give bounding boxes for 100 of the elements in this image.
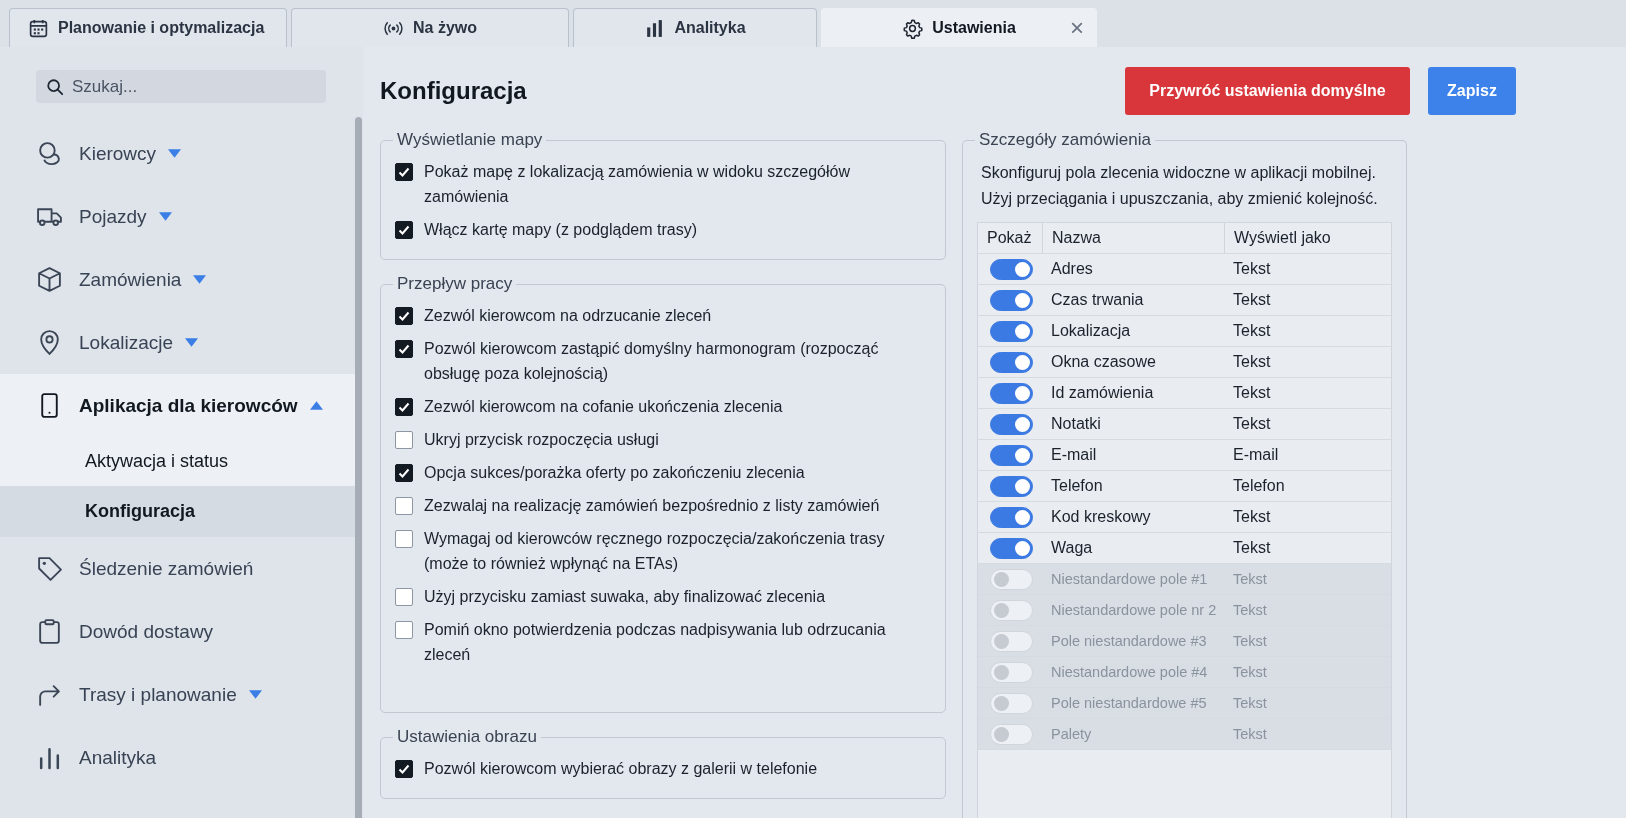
toggle-switch[interactable] — [990, 289, 1033, 311]
table-cell-text: Kod kreskowy — [1050, 507, 1152, 527]
tag-icon — [36, 555, 63, 582]
toggle-switch[interactable] — [990, 382, 1033, 404]
sidebar-item[interactable]: Śledzenie zamówień — [0, 537, 355, 600]
table-cell-text: Pole niestandardowe #5 — [1050, 694, 1208, 713]
column-header: Pokaż — [986, 228, 1033, 248]
table-cell-text: Waga — [1050, 538, 1094, 558]
tab[interactable]: Na żywo — [291, 8, 569, 47]
table-cell-text: Tekst — [1232, 725, 1268, 744]
checkbox[interactable] — [395, 163, 413, 181]
checkbox-label: Użyj przycisku zamiast suwaka, aby finalizować zlecenia — [424, 587, 826, 607]
description: Skonfiguruj pola zlecenia widoczne w aplikacji mobilnej. Użyj przeciągania i upuszczania, aby zmienić kolejność. — [981, 163, 1379, 209]
table-cell-text: Id zamówienia — [1050, 383, 1155, 403]
checkbox-label: Pomiń okno potwierdzenia podczas nadpisywania lub odrzucania zleceń — [424, 620, 887, 665]
table-cell-text: E-mail — [1050, 445, 1098, 465]
toggle-switch[interactable] — [990, 351, 1033, 373]
table-cell-text: Tekst — [1232, 352, 1272, 372]
table-cell-text: Tekst — [1232, 507, 1272, 527]
search-field[interactable]: Szukaj... — [36, 70, 326, 103]
checkbox[interactable] — [395, 340, 413, 358]
clipboard-icon — [36, 618, 63, 645]
table-cell-text: Tekst — [1232, 538, 1272, 558]
table-cell-text: Tekst — [1232, 694, 1268, 713]
table-cell-text: Telefon — [1232, 476, 1286, 496]
table-cell-text: E-mail — [1232, 445, 1280, 465]
checkbox-label: Zezwól kierowcom na cofanie ukończenia zlecenia — [424, 397, 783, 417]
toggle-switch[interactable] — [990, 475, 1033, 497]
table-cell-text: Tekst — [1232, 414, 1272, 434]
checkbox[interactable] — [395, 621, 413, 639]
checkbox-label: Włącz kartę mapy (z podglądem trasy) — [424, 220, 697, 240]
table-cell-text: Tekst — [1232, 383, 1272, 403]
table-cell-text: Tekst — [1232, 632, 1268, 651]
sidebar-subitem[interactable]: Konfiguracja — [0, 486, 355, 537]
tab[interactable]: Ustawienia × — [821, 8, 1097, 47]
checkbox-label: Pozwól kierowcom zastąpić domyślny harmonogram (rozpocząć obsługę poza kolejnością) — [424, 339, 880, 384]
users-icon — [36, 140, 63, 167]
checkbox[interactable] — [395, 530, 413, 548]
table-cell-text: Tekst — [1232, 663, 1268, 682]
page-title: Konfiguracja — [380, 77, 527, 105]
sidebar-item[interactable]: Dowód dostawy — [0, 600, 355, 663]
search-icon — [46, 78, 64, 96]
checkbox[interactable] — [395, 497, 413, 515]
close-button[interactable]: × — [1070, 17, 1084, 39]
column-header: Wyświetl jako — [1224, 223, 1391, 253]
checkbox[interactable] — [395, 307, 413, 325]
table-cell-text: Pole niestandardowe #3 — [1050, 632, 1208, 651]
checkbox-label: Opcja sukces/porażka oferty po zakończeniu zlecenia — [424, 463, 805, 483]
sidebar-subitem[interactable]: Aktywacja i status — [0, 437, 355, 486]
checkbox[interactable] — [395, 431, 413, 449]
table-cell-text: Tekst — [1232, 570, 1268, 589]
settings-icon — [902, 17, 924, 39]
table-cell-text: Niestandardowe pole nr 2 — [1050, 601, 1218, 620]
table-cell-text: Tekst — [1232, 259, 1272, 279]
table-cell-text: Niestandardowe pole #1 — [1050, 570, 1209, 589]
table-cell-text: Tekst — [1232, 321, 1272, 341]
sidebar-item[interactable]: Aplikacja dla kierowców — [0, 374, 355, 437]
reset-button[interactable]: Przywróć ustawienia domyślne — [1125, 67, 1410, 115]
column-header: Nazwa — [1042, 223, 1224, 253]
table-cell-text: Czas trwania — [1050, 290, 1145, 310]
checkbox[interactable] — [395, 464, 413, 482]
sidebar-item[interactable]: Zamówienia — [0, 248, 355, 311]
checkbox-label: Zezwalaj na realizację zamówień bezpośrednio z listy zamówień — [424, 496, 880, 516]
checkbox[interactable] — [395, 398, 413, 416]
checkbox-label: Pozwól kierowcom wybierać obrazy z galerii w telefonie — [424, 759, 818, 779]
tab[interactable]: Analityka — [573, 8, 817, 47]
checkbox-label: Zezwól kierowcom na odrzucanie zleceń — [424, 306, 712, 326]
toggle-switch[interactable] — [990, 258, 1033, 280]
checkbox[interactable] — [395, 588, 413, 606]
checkbox[interactable] — [395, 760, 413, 778]
group-legend: Wyświetlanie mapy — [393, 130, 547, 150]
toggle-switch[interactable] — [990, 506, 1033, 528]
table-cell-text: Palety — [1050, 725, 1093, 744]
checkbox-label: Wymagaj od kierowców ręcznego rozpoczęcia/zakończenia trasy (może to również wpłynąć na ETAs) — [424, 529, 886, 574]
checkbox[interactable] — [395, 221, 413, 239]
group-legend: Szczegóły zamówienia — [975, 130, 1155, 150]
save-button[interactable]: Zapisz — [1428, 67, 1516, 115]
group-legend: Przepływ pracy — [393, 274, 517, 294]
table-cell-text: Notatki — [1050, 414, 1102, 434]
box-icon — [36, 266, 63, 293]
sidebar-item[interactable]: Lokalizacje — [0, 311, 355, 374]
tab[interactable]: Planowanie i optymalizacja — [9, 8, 287, 47]
table-cell-text: Tekst — [1232, 601, 1268, 620]
table-cell-text: Okna czasowe — [1050, 352, 1157, 372]
sidebar-item[interactable]: Analityka — [0, 726, 355, 789]
group-legend: Ustawienia obrazu — [393, 727, 541, 747]
toggle-switch[interactable] — [990, 413, 1033, 435]
toggle-switch[interactable] — [990, 537, 1033, 559]
table-cell-text: Adres — [1050, 259, 1094, 279]
sidebar-item[interactable]: Kierowcy — [0, 122, 355, 185]
scrollbar[interactable] — [355, 117, 362, 818]
calendar-icon — [28, 17, 49, 39]
checkbox-label: Ukryj przycisk rozpoczęcia usługi — [424, 430, 659, 450]
toggle-switch[interactable] — [990, 444, 1033, 466]
sidebar-item[interactable]: Trasy i planowanie — [0, 663, 355, 726]
table-cell-text: Lokalizacja — [1050, 321, 1132, 341]
table-cell-text: Niestandardowe pole #4 — [1050, 663, 1209, 682]
table-cell-text: Tekst — [1232, 290, 1272, 310]
sidebar-item[interactable]: Pojazdy — [0, 185, 355, 248]
toggle-switch[interactable] — [990, 320, 1033, 342]
